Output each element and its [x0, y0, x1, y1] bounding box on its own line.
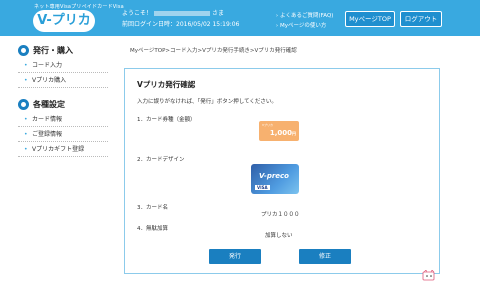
bullet-icon: • [24, 131, 28, 138]
logo-tagline: ネット専用VisaプリペイドカードVisa [34, 4, 124, 10]
amount-label: 1．カード券種（金額） [137, 117, 196, 123]
amount-card-tag: Vプリカ [262, 123, 274, 127]
arrow-icon: › [276, 23, 278, 29]
welcome-prefix: ようこそ！ [122, 10, 153, 17]
amount-card-image: Vプリカ 1,000円 [259, 121, 299, 141]
bullet-icon: • [24, 116, 28, 123]
confirm-panel: Vプリカ発行確認 入力に誤りがなければ、「発行」ボタン押してください。 1．カー… [124, 68, 440, 274]
mypage-top-button[interactable]: MyページTOP [345, 11, 395, 27]
page-title: Vプリカ発行確認 [137, 80, 196, 89]
sidebar-item-purchase[interactable]: • Vプリカ購入 [18, 73, 108, 88]
amount-unit: 円 [292, 131, 296, 136]
issue-button[interactable]: 発行 [209, 249, 261, 264]
section-title: 各種設定 [33, 99, 65, 109]
section-icon [18, 98, 29, 110]
logout-button[interactable]: ログアウト [400, 11, 442, 27]
welcome-text: ようこそ！ さま [122, 8, 224, 17]
card-design-image: V-preco VISA [251, 164, 299, 194]
sidebar-item-card-info[interactable]: • カード情報 [18, 112, 108, 127]
section-icon [18, 44, 29, 56]
surcharge-label: 4．無駄加算 [137, 226, 168, 232]
edit-button[interactable]: 修正 [299, 249, 351, 264]
welcome-suffix: さま [212, 10, 225, 17]
howto-link-label: Myページの使い方 [280, 23, 327, 29]
sidebar-item-code-input[interactable]: • コード入力 [18, 58, 108, 73]
surcharge-value: 加算しない [265, 233, 293, 239]
design-label: 2．カードデザイン [137, 157, 185, 163]
logo[interactable]: V-プリカ [33, 10, 95, 32]
card-name-label: 3．カード名 [137, 205, 168, 211]
intro-text: 入力に誤りがなければ、「発行」ボタン押してください。 [137, 99, 277, 105]
amount-value: 1,000 [269, 129, 292, 137]
amount-card-value: 1,000円 [270, 129, 296, 137]
sidebar-item-label: カード情報 [32, 116, 63, 123]
breadcrumb: MyページTOP>コード入力>Vプリカ発行手続き>Vプリカ発行確認 [130, 48, 297, 54]
sidebar-item-label: Vプリカギフト登録 [32, 146, 85, 153]
arrow-icon: › [276, 13, 278, 19]
section-heading-settings: 各種設定 [18, 96, 108, 112]
faq-link-label: よくあるご質問(FAQ) [280, 13, 334, 19]
sidebar-item-label: ご登録情報 [32, 131, 63, 138]
bullet-icon: • [24, 62, 28, 69]
sidebar-item-gift[interactable]: • Vプリカギフト登録 [18, 142, 108, 157]
sidebar-item-label: コード入力 [32, 62, 63, 69]
section-heading-issue: 発行・購入 [18, 42, 108, 58]
header-bar: ネット専用VisaプリペイドカードVisa V-プリカ ようこそ！ さま 前回ログ… [0, 0, 480, 36]
masked-username [154, 11, 211, 16]
bullet-icon: • [24, 146, 28, 153]
mascot-icon [422, 270, 435, 281]
card-name-value: プリカ１０００ [261, 212, 300, 218]
bullet-icon: • [24, 77, 28, 84]
last-login: 前回ログイン日時：2016/05/02 15:19:06 [122, 21, 240, 28]
section-title: 発行・購入 [33, 45, 73, 55]
sidebar-item-label: Vプリカ購入 [32, 77, 67, 84]
sidebar-item-registration[interactable]: • ご登録情報 [18, 127, 108, 142]
sidebar: 発行・購入 • コード入力 • Vプリカ購入 各種設定 • カード情報 • ご登録情報 … [18, 42, 108, 157]
howto-link[interactable]: › Myページの使い方 [276, 21, 326, 29]
visa-logo: VISA [255, 185, 270, 190]
faq-link[interactable]: › よくあるご質問(FAQ) [276, 11, 333, 19]
card-logo: V-preco [259, 172, 289, 180]
